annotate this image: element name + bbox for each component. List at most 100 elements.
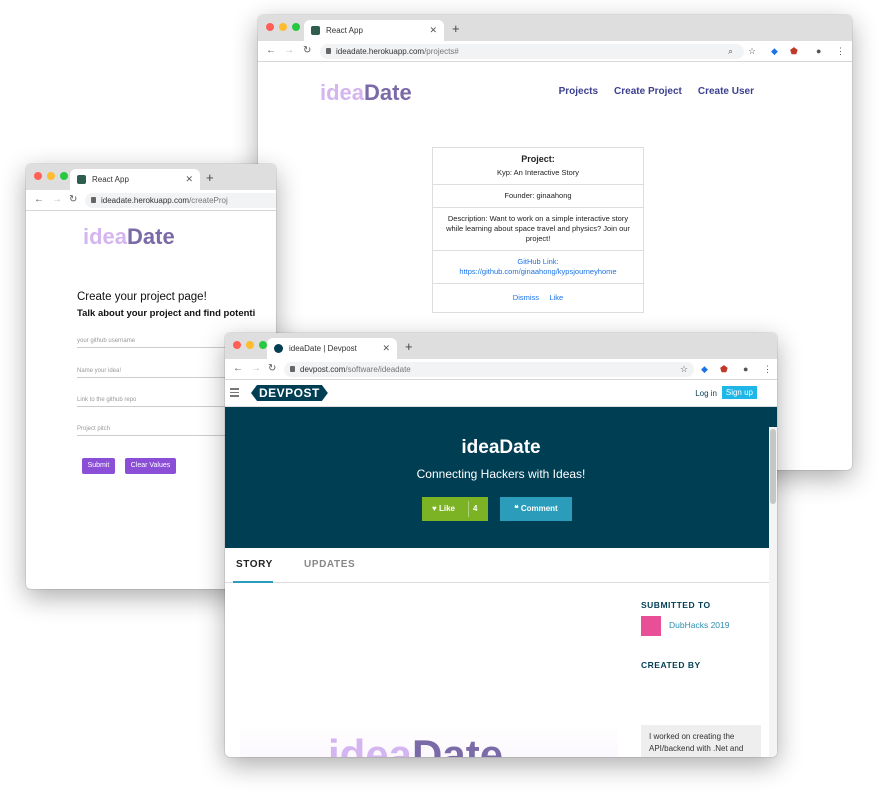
project-hero: ideaDate Connecting Hackers with Ideas! … xyxy=(225,407,777,548)
project-image: ideaDate xyxy=(240,725,618,757)
shield-extension-icon[interactable]: ⬟ xyxy=(720,363,728,375)
like-label: Like xyxy=(438,504,455,513)
content-tabs: STORY UPDATES xyxy=(225,548,777,583)
new-tab-button[interactable]: + xyxy=(206,169,214,186)
submit-button[interactable]: Submit xyxy=(82,458,115,474)
forward-icon[interactable]: → xyxy=(251,362,261,376)
address-bar: ← → ↻ ideadate.herokuapp.com/createProj xyxy=(26,190,276,211)
github-link[interactable]: https://github.com/ginaahong/kypsjourney… xyxy=(441,267,635,277)
reload-icon[interactable]: ↻ xyxy=(268,362,276,376)
tab-bar: ideaDate | Devpost ✕ + xyxy=(225,333,777,359)
zoom-icon[interactable]: ⌕ xyxy=(728,45,733,57)
maximize-window-button[interactable] xyxy=(259,341,267,349)
devpost-header: DEVPOST Log in Sign up xyxy=(225,380,777,407)
hackathon-link[interactable]: DubHacks 2019 xyxy=(669,620,729,630)
url-field[interactable]: ideadate.herokuapp.com/projects# xyxy=(320,44,744,59)
like-button[interactable]: ♥ Like 4 xyxy=(422,497,488,521)
url-field[interactable]: devpost.com/software/ideadate xyxy=(284,362,694,377)
menu-icon[interactable]: ⋮ xyxy=(836,45,845,57)
tab-title: ideaDate | Devpost xyxy=(289,344,357,353)
close-tab-icon[interactable]: ✕ xyxy=(185,169,193,190)
new-tab-button[interactable]: + xyxy=(452,20,460,37)
ideadate-logo[interactable]: ideaDate xyxy=(320,80,412,106)
url-host: ideadate.herokuapp.com xyxy=(101,196,190,205)
url-host: devpost.com xyxy=(300,365,346,374)
window-controls[interactable] xyxy=(34,172,68,180)
window-controls[interactable] xyxy=(266,23,300,31)
minimize-window-button[interactable] xyxy=(47,172,55,180)
browser-tab[interactable]: ideaDate | Devpost ✕ xyxy=(267,338,397,359)
nav-create-user[interactable]: Create User xyxy=(698,86,754,97)
minimize-window-button[interactable] xyxy=(279,23,287,31)
url-path: /projects# xyxy=(424,47,459,56)
back-icon[interactable]: ← xyxy=(233,362,243,376)
reload-icon[interactable]: ↻ xyxy=(69,193,77,207)
project-founder: Founder: ginaahong xyxy=(433,185,643,208)
tab-bar: React App ✕ + xyxy=(258,15,852,41)
new-tab-button[interactable]: + xyxy=(405,338,413,355)
lock-icon xyxy=(290,366,295,372)
maximize-window-button[interactable] xyxy=(60,172,68,180)
profile-avatar[interactable]: ● xyxy=(743,363,748,375)
tab-story[interactable]: STORY xyxy=(236,559,273,570)
quote-icon: ❝ xyxy=(514,504,519,513)
reload-icon[interactable]: ↻ xyxy=(303,44,311,58)
shield-extension-icon[interactable]: ⬟ xyxy=(790,45,798,57)
bookmark-star-icon[interactable]: ☆ xyxy=(680,363,688,375)
browser-tab[interactable]: React App ✕ xyxy=(304,20,444,41)
forward-icon[interactable]: → xyxy=(52,193,62,207)
close-window-button[interactable] xyxy=(34,172,42,180)
close-window-button[interactable] xyxy=(266,23,274,31)
browser-tab[interactable]: React App ✕ xyxy=(70,169,200,190)
nav-create-project[interactable]: Create Project xyxy=(614,86,682,97)
project-description: Description: Want to work on a simple in… xyxy=(433,208,643,251)
bookmark-star-icon[interactable]: ☆ xyxy=(748,45,756,57)
devpost-favicon-icon xyxy=(274,344,283,353)
ideadate-logo[interactable]: ideaDate xyxy=(83,224,175,250)
tab-updates[interactable]: UPDATES xyxy=(304,559,355,570)
extension-icon[interactable]: ◆ xyxy=(701,363,708,375)
like-button[interactable]: Like xyxy=(549,293,563,302)
maximize-window-button[interactable] xyxy=(292,23,300,31)
profile-avatar[interactable]: ● xyxy=(816,45,821,57)
clear-values-button[interactable]: Clear Values xyxy=(125,458,176,474)
menu-icon[interactable]: ⋮ xyxy=(763,363,772,375)
comment-button[interactable]: ❝ Comment xyxy=(500,497,572,521)
address-bar: ← → ↻ ideadate.herokuapp.com/projects# ⌕… xyxy=(258,41,852,62)
comment-label: Comment xyxy=(520,504,558,513)
lock-icon xyxy=(326,48,331,54)
forward-icon[interactable]: → xyxy=(284,44,294,58)
login-link[interactable]: Log in xyxy=(695,389,717,398)
nav-projects[interactable]: Projects xyxy=(559,86,598,97)
back-icon[interactable]: ← xyxy=(34,193,44,207)
url-host: ideadate.herokuapp.com xyxy=(336,47,425,56)
active-tab-indicator xyxy=(233,581,273,583)
devpost-logo[interactable]: DEVPOST xyxy=(251,385,328,401)
hackathon-logo[interactable] xyxy=(641,616,661,636)
project-image-logo: ideaDate xyxy=(328,731,504,757)
lock-icon xyxy=(91,197,96,203)
submitted-to-heading: SUBMITTED TO xyxy=(641,600,711,610)
scrollbar-thumb[interactable] xyxy=(770,429,776,504)
project-tagline: Connecting Hackers with Ideas! xyxy=(416,467,586,481)
url-field[interactable]: ideadate.herokuapp.com/createProj xyxy=(85,193,276,208)
heart-icon: ♥ xyxy=(432,504,437,513)
hamburger-menu-icon[interactable] xyxy=(230,388,239,399)
back-icon[interactable]: ← xyxy=(266,44,276,58)
signup-button[interactable]: Sign up xyxy=(721,386,757,399)
github-label: GitHub Link: xyxy=(517,257,559,266)
browser-window-devpost: ideaDate | Devpost ✕ + ← → ↻ devpost.com… xyxy=(225,333,777,757)
close-tab-icon[interactable]: ✕ xyxy=(429,20,437,41)
minimize-window-button[interactable] xyxy=(246,341,254,349)
scrollbar[interactable] xyxy=(769,427,777,757)
close-window-button[interactable] xyxy=(233,341,241,349)
url-path: /software/ideadate xyxy=(345,365,411,374)
window-controls[interactable] xyxy=(233,341,267,349)
url-path: /createProj xyxy=(189,196,228,205)
page-heading: Create your project page! xyxy=(77,291,207,303)
project-name: Kyp: An Interactive Story xyxy=(496,168,580,177)
dismiss-button[interactable]: Dismiss xyxy=(513,293,539,302)
close-tab-icon[interactable]: ✕ xyxy=(382,338,390,359)
project-heading: Project: xyxy=(521,154,555,164)
extension-icon[interactable]: ◆ xyxy=(771,45,778,57)
